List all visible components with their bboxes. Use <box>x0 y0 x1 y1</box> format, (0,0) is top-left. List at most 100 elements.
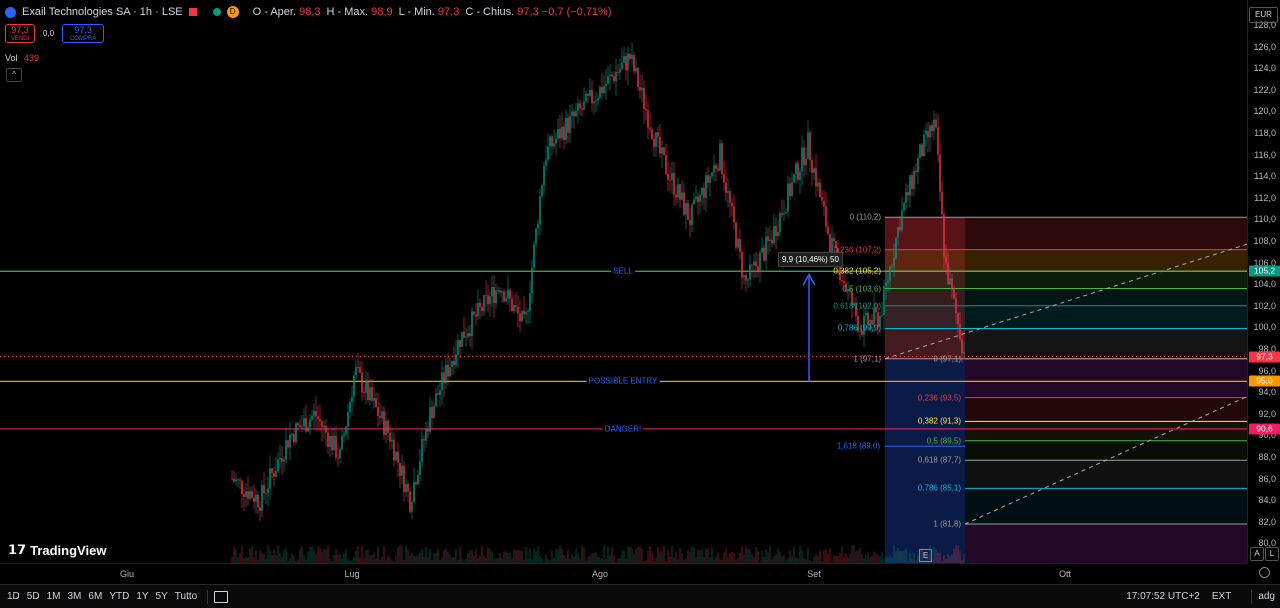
fib-zone <box>965 460 1247 489</box>
volume-bar <box>743 555 745 563</box>
volume-bar <box>473 555 475 563</box>
volume-bar <box>591 553 593 563</box>
volume-bar <box>233 546 235 563</box>
candle-body <box>523 310 525 315</box>
volume-bar <box>661 551 663 563</box>
candle-body <box>559 128 561 139</box>
volume-bar <box>415 555 417 563</box>
volume-bar <box>623 551 625 563</box>
collapse-legend-button[interactable]: ^ <box>6 68 22 82</box>
buy-button[interactable]: 97,3 COMPRA <box>62 24 105 43</box>
candle-body <box>797 163 799 180</box>
range-button-tutto[interactable]: Tutto <box>175 591 197 602</box>
volume-bar <box>409 555 411 563</box>
volume-bar <box>881 551 883 563</box>
volume-bar <box>955 545 957 563</box>
candle-body <box>805 159 807 166</box>
volume-bar <box>723 552 725 563</box>
candle-body <box>925 130 927 135</box>
settings-icon[interactable] <box>1259 567 1270 578</box>
candle-body <box>345 426 347 435</box>
time-tick: Giu <box>119 569 135 579</box>
candle-body <box>437 393 439 395</box>
range-button-3m[interactable]: 3M <box>68 591 82 602</box>
volume-bar <box>291 553 293 563</box>
candle-body <box>945 256 947 264</box>
clock-time[interactable]: 17:07:52 UTC+2 <box>1126 591 1200 602</box>
volume-bar <box>251 546 253 563</box>
range-button-6m[interactable]: 6M <box>88 591 102 602</box>
candle-body <box>395 451 397 461</box>
volume-bar <box>513 548 515 563</box>
candle-body <box>461 331 463 347</box>
candle-body <box>577 103 579 111</box>
candle-body <box>689 219 691 225</box>
candle-body <box>961 339 963 354</box>
candle-body <box>507 289 509 299</box>
candle-body <box>777 231 779 236</box>
extended-hours-toggle[interactable]: EXT <box>1212 591 1231 602</box>
candle-body <box>935 119 937 128</box>
candle-body <box>787 183 789 212</box>
candle-body <box>505 298 507 302</box>
price-axis[interactable]: 128,0 126,0 124,0 122,0 120,0 118,0 116,0 114,0… <box>1247 0 1280 563</box>
currency-selector[interactable]: EUR <box>1249 7 1278 23</box>
range-button-ytd[interactable]: YTD <box>109 591 129 602</box>
volume-bar <box>299 548 301 563</box>
candle-body <box>599 86 601 99</box>
adjust-toggle[interactable]: adg <box>1258 591 1275 602</box>
chart-legend: Exail Technologies SA · 1h · LSE D O - A… <box>5 6 612 18</box>
candle-body <box>645 109 647 111</box>
candle-body <box>699 194 701 202</box>
volume-bar <box>521 550 523 563</box>
candle-body <box>943 214 945 257</box>
volume-bar <box>319 547 321 563</box>
candle-body <box>637 67 639 87</box>
chart-canvas[interactable] <box>0 0 1247 563</box>
range-button-1m[interactable]: 1M <box>47 591 61 602</box>
candle-body <box>695 196 697 200</box>
time-axis[interactable]: Giu Lug Ago Set Ott <box>0 563 1247 584</box>
range-button-5d[interactable]: 5D <box>27 591 40 602</box>
candle-body <box>511 298 513 311</box>
fib-level-label: 1 (81,8) <box>933 519 961 529</box>
sell-button[interactable]: 97,3 VENDI <box>5 24 35 43</box>
volume-bar <box>687 550 689 563</box>
candle-body <box>801 147 803 172</box>
candle-body <box>443 372 445 384</box>
symbol-title[interactable]: Exail Technologies SA · 1h · LSE <box>22 6 183 18</box>
volume-bar <box>701 548 703 563</box>
range-button-1y[interactable]: 1Y <box>136 591 148 602</box>
delayed-badge: D <box>226 6 239 18</box>
volume-bar <box>741 546 743 563</box>
volume-bar <box>555 548 557 563</box>
candle-body <box>953 289 955 299</box>
brand-name: TradingView <box>30 542 107 558</box>
volume-bar <box>947 553 949 563</box>
chart-area[interactable]: Exail Technologies SA · 1h · LSE D O - A… <box>0 0 1247 563</box>
date-range-icon[interactable] <box>214 590 229 603</box>
candle-body <box>775 226 777 236</box>
candle-body <box>363 392 365 394</box>
range-button-1d[interactable]: 1D <box>7 591 20 602</box>
volume-bar <box>313 550 315 563</box>
log-scale-button[interactable]: L <box>1265 547 1279 561</box>
candle-body <box>519 313 521 322</box>
flag-icon[interactable] <box>188 8 197 16</box>
candle-body <box>615 72 617 82</box>
candle-body <box>603 86 605 94</box>
spread-value: 0,0 <box>43 29 55 38</box>
candle-body <box>713 165 715 173</box>
candle-body <box>691 204 693 225</box>
candle-body <box>651 129 653 139</box>
candle-body <box>517 306 519 314</box>
auto-scale-button[interactable]: A <box>1250 547 1264 561</box>
candle-body <box>893 257 895 267</box>
fib-zone <box>965 421 1247 441</box>
volume-bar <box>371 554 373 563</box>
candle-body <box>755 261 757 267</box>
tradingview-logo[interactable]: 𝟭𝟳 TradingView <box>8 542 106 558</box>
event-marker[interactable]: E <box>919 549 932 562</box>
range-button-5y[interactable]: 5Y <box>156 591 168 602</box>
candle-body <box>333 435 335 451</box>
